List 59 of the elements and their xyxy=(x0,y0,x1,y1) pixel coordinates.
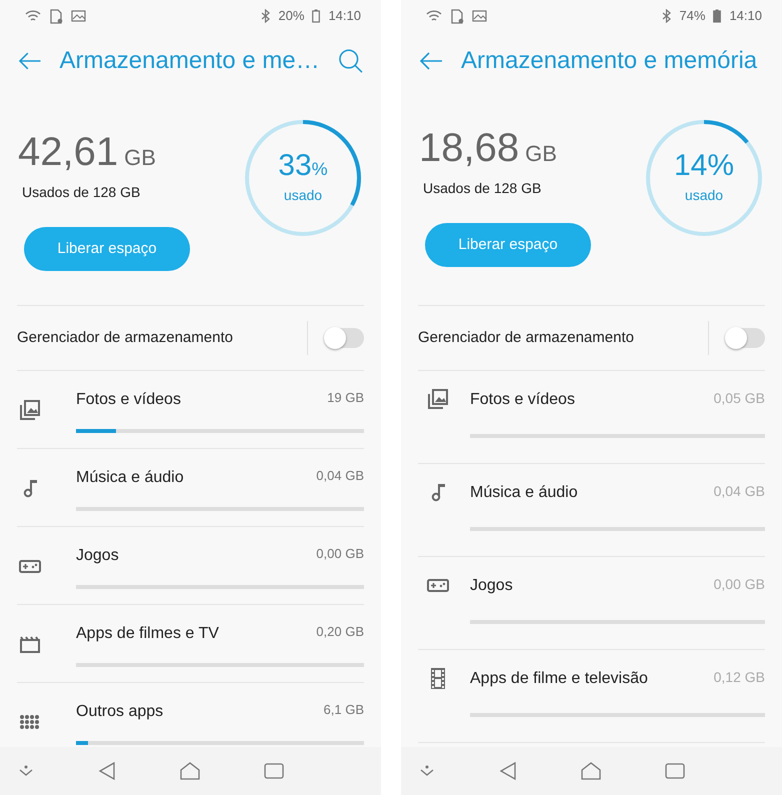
photos-icon xyxy=(19,399,41,421)
category-label[interactable]: Música e áudio xyxy=(76,466,184,490)
category-size: 0,04 GB xyxy=(316,467,364,485)
back-nav-icon[interactable] xyxy=(98,761,116,781)
category-size: 0,00 GB xyxy=(316,545,364,563)
category-size: 0,05 GB xyxy=(714,389,765,408)
category-label[interactable]: Outros apps xyxy=(76,700,164,724)
setting-label: Gerenciador de armazenamento xyxy=(17,328,234,348)
toggle-switch[interactable] xyxy=(326,328,364,348)
used-amount: 42,61 GB xyxy=(18,132,157,172)
category-label[interactable]: Fotos e vídeos xyxy=(470,388,575,412)
category-label[interactable]: Apps de filmes e TV xyxy=(76,622,219,646)
home-icon[interactable] xyxy=(580,761,602,781)
search-icon[interactable] xyxy=(338,48,363,74)
usage-percent: 33% xyxy=(278,150,328,180)
collapse-icon[interactable] xyxy=(419,765,435,777)
battery-icon xyxy=(312,9,320,23)
sd-card-icon xyxy=(49,8,63,24)
sd-card-icon xyxy=(450,8,464,24)
photos-icon xyxy=(427,388,449,410)
battery-level: 74% xyxy=(679,7,706,26)
used-amount: 18,68 GB xyxy=(419,128,558,168)
back-icon[interactable] xyxy=(419,51,443,71)
battery-level: 20% xyxy=(278,7,304,26)
category-size: 0,20 GB xyxy=(316,623,364,641)
image-icon xyxy=(472,10,487,22)
clock: 14:10 xyxy=(729,7,762,26)
category-size: 0,04 GB xyxy=(714,482,765,501)
back-nav-icon[interactable] xyxy=(499,761,517,781)
category-label[interactable]: Apps de filme e televisão xyxy=(470,667,648,691)
recent-apps-icon[interactable] xyxy=(665,763,685,779)
category-label[interactable]: Jogos xyxy=(470,574,513,598)
category-label[interactable]: Música e áudio xyxy=(470,481,578,505)
page-title: Armazenamento e me… xyxy=(59,46,320,76)
used-caption: Usados de 128 GB xyxy=(423,179,542,198)
category-label[interactable]: Jogos xyxy=(76,544,119,568)
back-icon[interactable] xyxy=(18,51,42,71)
category-size: 6,1 GB xyxy=(324,701,364,719)
used-caption: Usados de 128 GB xyxy=(22,183,142,202)
wifi-icon xyxy=(426,9,442,23)
bluetooth-icon xyxy=(662,9,672,23)
category-label[interactable]: Fotos e vídeos xyxy=(76,388,181,412)
home-icon[interactable] xyxy=(179,761,201,781)
usage-label: usado xyxy=(684,186,724,204)
usage-label: usado xyxy=(284,186,322,204)
wifi-icon xyxy=(25,9,41,23)
recent-apps-icon[interactable] xyxy=(264,763,284,779)
category-size: 19 GB xyxy=(327,389,364,407)
battery-icon xyxy=(713,9,722,23)
bluetooth-icon xyxy=(261,9,270,23)
toggle-switch[interactable] xyxy=(727,328,765,348)
setting-label: Gerenciador de armazenamento xyxy=(418,328,635,348)
image-icon xyxy=(71,10,86,22)
collapse-icon[interactable] xyxy=(18,765,34,777)
category-size: 0,12 GB xyxy=(714,668,765,687)
category-size: 0,00 GB xyxy=(714,575,765,594)
usage-percent: 14% xyxy=(674,150,734,180)
page-title: Armazenamento e memória xyxy=(461,46,758,76)
clock: 14:10 xyxy=(328,7,361,26)
